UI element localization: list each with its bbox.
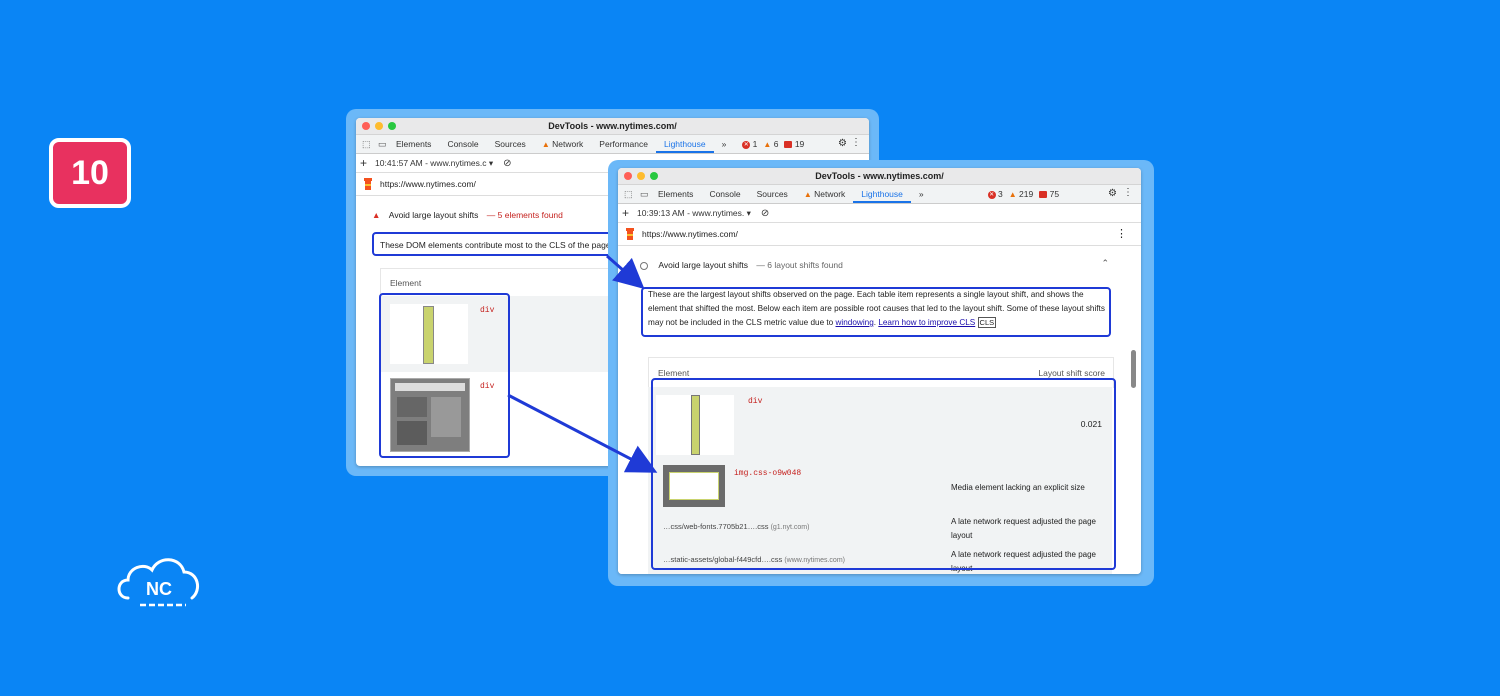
more-options-icon[interactable]: ⋮ — [1123, 187, 1133, 198]
zoom-light-icon[interactable] — [388, 122, 396, 130]
audit-header[interactable]: ▲ Avoid large layout shifts — 5 elements… — [372, 210, 563, 220]
message-icon — [784, 141, 793, 149]
warning-count-icon: ▲ — [1008, 190, 1017, 199]
scrollbar-thumb[interactable] — [1131, 350, 1136, 388]
audit-title: Avoid large layout shifts — [388, 210, 479, 220]
highlight-description-box — [641, 287, 1111, 337]
audit-title: Avoid large layout shifts — [658, 260, 748, 270]
inspect-icon[interactable]: ⬚ — [624, 189, 634, 199]
device-toggle-icon[interactable]: ▭ — [640, 189, 650, 199]
warning-icon: ▲ — [803, 190, 812, 199]
inspect-icon[interactable]: ⬚ — [362, 139, 372, 149]
clear-reports-icon[interactable]: ⊘ — [503, 158, 511, 169]
close-light-icon[interactable] — [362, 122, 370, 130]
nc-cloud-logo: NC — [117, 558, 200, 607]
back-titlebar: DevTools - www.nytimes.com/ — [356, 118, 869, 135]
error-icon: ✕ — [742, 140, 751, 149]
issue-counts[interactable]: ✕ 1 ▲ 6 19 — [742, 139, 804, 149]
front-titlebar: DevTools - www.nytimes.com/ — [618, 168, 1141, 185]
collapse-chevron-up-icon[interactable]: ⌃ — [1101, 258, 1109, 269]
minimize-light-icon[interactable] — [637, 172, 645, 180]
lighthouse-icon — [626, 228, 634, 240]
fail-triangle-icon: ▲ — [372, 210, 381, 220]
tab-elements[interactable]: Elements — [388, 135, 439, 153]
tab-console[interactable]: Console — [701, 185, 748, 203]
column-layout-shift-score: Layout shift score — [1038, 368, 1105, 378]
lighthouse-icon — [364, 178, 372, 190]
issue-counts[interactable]: ✕ 3 ▲ 219 75 — [987, 189, 1059, 199]
highlight-description-box — [372, 232, 616, 256]
warning-icon: ▲ — [541, 140, 550, 149]
tab-lighthouse[interactable]: Lighthouse — [853, 185, 911, 203]
report-selector[interactable]: 10:41:57 AM - www.nytimes.c ▾ — [375, 158, 493, 169]
minimize-light-icon[interactable] — [375, 122, 383, 130]
settings-gear-icon[interactable]: ⚙ — [838, 138, 847, 149]
window-controls[interactable] — [362, 122, 396, 130]
message-icon — [1039, 191, 1048, 199]
more-tabs-button[interactable]: » — [911, 185, 932, 203]
warning-count-icon: ▲ — [763, 140, 772, 149]
audit-detail: — 5 elements found — [486, 210, 563, 220]
front-tab-bar: ⬚ ▭ Elements Console Sources ▲ Network L… — [618, 185, 1141, 204]
audit-status-circle-icon — [640, 261, 648, 270]
report-selector[interactable]: 10:39:13 AM - www.nytimes. ▾ — [637, 208, 751, 219]
tab-network[interactable]: ▲ Network — [534, 135, 591, 153]
report-menu-icon[interactable]: ⋮ — [1116, 227, 1127, 240]
tab-elements[interactable]: Elements — [650, 185, 701, 203]
front-lighthouse-toolbar: + 10:39:13 AM - www.nytimes. ▾ ⊘ — [618, 204, 1141, 223]
more-options-icon[interactable]: ⋮ — [851, 137, 861, 148]
device-toggle-icon[interactable]: ▭ — [378, 139, 388, 149]
zoom-light-icon[interactable] — [650, 172, 658, 180]
tab-lighthouse[interactable]: Lighthouse — [655, 135, 714, 153]
report-url: https://www.nytimes.com/ — [380, 179, 476, 189]
audit-header[interactable]: Avoid large layout shifts — 6 layout shi… — [640, 260, 843, 270]
new-report-plus-icon[interactable]: + — [622, 206, 629, 220]
clear-reports-icon[interactable]: ⊘ — [761, 208, 769, 219]
tab-console[interactable]: Console — [439, 135, 486, 153]
window-controls[interactable] — [624, 172, 658, 180]
report-url: https://www.nytimes.com/ — [642, 229, 738, 239]
step-number-badge: 10 — [49, 138, 131, 208]
window-title: DevTools - www.nytimes.com/ — [815, 171, 944, 181]
tab-sources[interactable]: Sources — [749, 185, 796, 203]
front-url-row: https://www.nytimes.com/ ⋮ — [618, 223, 1141, 246]
logo-text: NC — [146, 579, 172, 599]
error-icon: ✕ — [987, 190, 996, 199]
highlight-elements-box — [379, 293, 510, 458]
more-tabs-button[interactable]: » — [714, 135, 735, 153]
close-light-icon[interactable] — [624, 172, 632, 180]
window-title: DevTools - www.nytimes.com/ — [548, 121, 677, 131]
back-tab-bar: ⬚ ▭ Elements Console Sources ▲ Network P… — [356, 135, 869, 154]
new-report-plus-icon[interactable]: + — [360, 156, 367, 170]
column-element: Element — [390, 278, 422, 288]
tab-network[interactable]: ▲ Network — [796, 185, 853, 203]
highlight-table-box — [651, 378, 1116, 570]
settings-gear-icon[interactable]: ⚙ — [1108, 188, 1117, 199]
tab-sources[interactable]: Sources — [487, 135, 534, 153]
tab-performance[interactable]: Performance — [591, 135, 656, 153]
column-element: Element — [658, 368, 690, 378]
audit-detail: — 6 layout shifts found — [756, 260, 843, 270]
